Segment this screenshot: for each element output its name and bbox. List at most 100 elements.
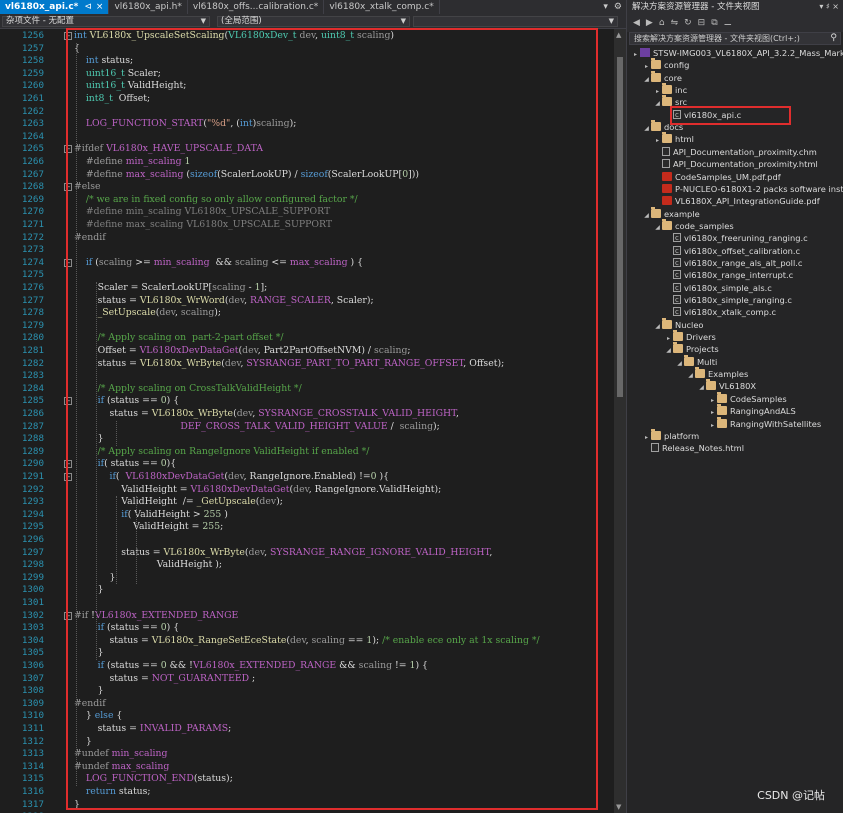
code-line[interactable]: if (status == 0) {: [74, 395, 179, 408]
tree-item[interactable]: ◢ Nucleo: [653, 317, 704, 333]
settings-gear-icon[interactable]: ⚙: [614, 0, 622, 14]
tree-item[interactable]: vl6180x_range_interrupt.c: [664, 269, 793, 282]
code-line[interactable]: /* Apply scaling on CrossTalkValidHeight…: [74, 383, 302, 396]
code-line[interactable]: if (status == 0 && !VL6180x_EXTENDED_RAN…: [74, 660, 428, 673]
expand-toggle-icon[interactable]: ◢: [642, 210, 651, 222]
code-line[interactable]: #if !VL6180x_EXTENDED_RANGE: [74, 610, 238, 623]
code-line[interactable]: status = VL6180x_RangeSetEceState(dev, s…: [74, 635, 539, 648]
code-line[interactable]: }: [74, 433, 104, 446]
tree-item[interactable]: ▸ Drivers: [664, 330, 716, 343]
switch-views-icon[interactable]: ⇋: [671, 18, 679, 28]
tree-item[interactable]: ◢ example: [642, 206, 700, 222]
code-line[interactable]: uint16_t ValidHeight;: [74, 80, 187, 93]
code-line[interactable]: /* Apply scaling on RangeIgnore ValidHei…: [74, 446, 370, 459]
code-line[interactable]: #define max_scaling (sizeof(ScalerLookUP…: [74, 169, 419, 182]
member-dropdown[interactable]: ▼: [413, 16, 618, 27]
scroll-up-icon[interactable]: ▲: [616, 31, 621, 39]
expand-toggle-icon[interactable]: ◢: [697, 382, 706, 394]
tree-item[interactable]: VL6180X_API_IntegrationGuide.pdf: [653, 195, 820, 207]
tree-item[interactable]: P-NUCLEO-6180X1-2 packs software install…: [653, 183, 843, 195]
code-line[interactable]: status = NOT_GUARANTEED ;: [74, 673, 255, 686]
expand-toggle-icon[interactable]: ▸: [631, 49, 640, 61]
code-line[interactable]: if( VL6180xDevDataGet(dev, RangeIgnore.E…: [74, 471, 389, 484]
close-icon[interactable]: ×: [96, 2, 104, 12]
code-line[interactable]: int VL6180x_UpscaleSetScaling(VL6180xDev…: [74, 30, 394, 43]
code-line[interactable]: }: [74, 799, 80, 812]
tree-item[interactable]: ◢ Examples: [686, 367, 748, 382]
code-editor[interactable]: vl6180x_api.c* ⊲ × vl6180x_api.h* vl6180x_…: [0, 0, 626, 813]
code-line[interactable]: #define max_scaling VL6180x_UPSCALE_SUPP…: [74, 219, 332, 232]
code-line[interactable]: status = VL6180x_WrByte(dev, SYSRANGE_CR…: [74, 408, 459, 421]
tab-vl6180x-api-c[interactable]: vl6180x_api.c* ⊲ ×: [0, 0, 110, 14]
code-line[interactable]: }: [74, 685, 104, 698]
tab-offset-calibration[interactable]: vl6180x_offs...calibration.c*: [188, 0, 325, 14]
expand-toggle-icon[interactable]: ◢: [642, 123, 651, 135]
code-line[interactable]: if (scaling >= min_scaling && scaling <=…: [74, 257, 363, 270]
tree-item[interactable]: ▸ inc: [653, 83, 687, 96]
code-line[interactable]: DEF_CROSS_TALK_VALID_HEIGHT_VALUE / scal…: [74, 421, 439, 434]
fold-toggle-icon[interactable]: −: [64, 611, 72, 620]
tree-item[interactable]: ▸ RangingWithSatellites: [708, 416, 821, 432]
code-line[interactable]: }: [74, 584, 104, 597]
project-scope-dropdown[interactable]: 杂项文件 - 无配置 ▼: [2, 16, 210, 27]
code-line[interactable]: Offset = VL6180xDevDataGet(dev, Part2Par…: [74, 345, 411, 358]
forward-icon[interactable]: ▶: [646, 18, 653, 28]
fold-toggle-icon[interactable]: −: [64, 183, 72, 192]
editor-vertical-scrollbar[interactable]: ▲ ▼: [614, 29, 626, 813]
home-icon[interactable]: ⌂: [659, 18, 665, 28]
tree-item[interactable]: ▸ config: [642, 58, 689, 71]
code-line[interactable]: #endif: [74, 698, 106, 711]
code-line[interactable]: /* Apply scaling on part-2-part offset *…: [74, 332, 284, 345]
code-line[interactable]: ValidHeight /= _GetUpscale(dev);: [74, 496, 283, 509]
code-line[interactable]: }: [74, 572, 115, 585]
code-line[interactable]: #define min_scaling 1: [74, 156, 191, 169]
tree-item[interactable]: vl6180x_range_als_alt_poll.c: [664, 257, 802, 269]
tree-item[interactable]: ◢ Projects: [664, 342, 719, 357]
code-line[interactable]: int status;: [74, 55, 133, 68]
tree-item[interactable]: vl6180x_simple_als.c: [664, 282, 772, 294]
scroll-down-icon[interactable]: ▼: [616, 803, 621, 811]
expand-toggle-icon[interactable]: ◢: [686, 370, 695, 382]
code-line[interactable]: LOG_FUNCTION_START("%d", (int)scaling);: [74, 118, 297, 131]
tree-item[interactable]: vl6180x_freeruning_ranging.c: [664, 232, 808, 245]
code-line[interactable]: LOG_FUNCTION_END(status);: [74, 773, 233, 786]
collapse-all-icon[interactable]: ⊟: [698, 18, 706, 28]
tree-item[interactable]: API_Documentation_proximity.chm: [653, 146, 817, 158]
fold-toggle-icon[interactable]: −: [64, 258, 72, 267]
code-line[interactable]: #endif: [74, 232, 106, 245]
code-text-area[interactable]: int VL6180x_UpscaleSetScaling(VL6180xDev…: [62, 29, 614, 813]
pin-icon[interactable]: ⊲: [84, 2, 92, 12]
back-icon[interactable]: ◀: [633, 18, 640, 28]
code-line[interactable]: Scaler = ScalerLookUP[scaling - 1];: [74, 282, 268, 295]
tab-vl6180x-api-h[interactable]: vl6180x_api.h*: [109, 0, 188, 14]
fold-toggle-icon[interactable]: −: [64, 397, 72, 406]
tree-item[interactable]: ▸ html: [653, 132, 694, 145]
tree-item[interactable]: ◢ VL6180X: [697, 379, 756, 394]
fold-toggle-icon[interactable]: −: [64, 473, 72, 481]
code-line[interactable]: #ifdef VL6180x_HAVE_UPSCALE_DATA: [74, 143, 263, 156]
code-line[interactable]: ValidHeight = VL6180xDevDataGet(dev, Ran…: [74, 484, 441, 497]
tree-item[interactable]: ▸ STSW-IMG003_VL6180X_API_3.2.2_Mass_Mark…: [631, 47, 843, 59]
code-line[interactable]: int8_t Offset;: [74, 93, 150, 106]
fold-toggle-icon[interactable]: −: [64, 460, 72, 469]
expand-toggle-icon[interactable]: ◢: [653, 321, 662, 333]
tree-item[interactable]: API_Documentation_proximity.html: [653, 158, 818, 170]
code-line[interactable]: return status;: [74, 786, 151, 799]
code-line[interactable]: } else {: [74, 710, 123, 723]
code-line[interactable]: uint16_t Scaler;: [74, 68, 161, 81]
code-line[interactable]: #define min_scaling VL6180x_UPSCALE_SUPP…: [74, 206, 330, 219]
fold-toggle-icon[interactable]: −: [64, 32, 72, 40]
code-line[interactable]: status = VL6180x_WrWord(dev, RANGE_SCALE…: [74, 295, 374, 308]
expand-toggle-icon[interactable]: ▸: [708, 420, 717, 432]
expand-toggle-icon[interactable]: ◢: [653, 98, 662, 110]
tab-xtalk-comp[interactable]: vl6180x_xtalk_comp.c*: [324, 0, 440, 14]
tree-item[interactable]: ▸ RangingAndALS: [708, 404, 796, 417]
code-line[interactable]: if( status == 0){: [74, 458, 177, 471]
fold-toggle-icon[interactable]: −: [64, 145, 72, 154]
tab-list-dropdown-icon[interactable]: ▾: [603, 0, 608, 14]
sync-icon[interactable]: ↻: [684, 18, 692, 28]
scrollbar-thumb[interactable]: [617, 57, 623, 397]
tree-item[interactable]: CodeSamples_UM.pdf.pdf: [653, 171, 781, 183]
code-line[interactable]: #undef min_scaling: [74, 748, 167, 761]
expand-toggle-icon[interactable]: ◢: [664, 345, 673, 357]
